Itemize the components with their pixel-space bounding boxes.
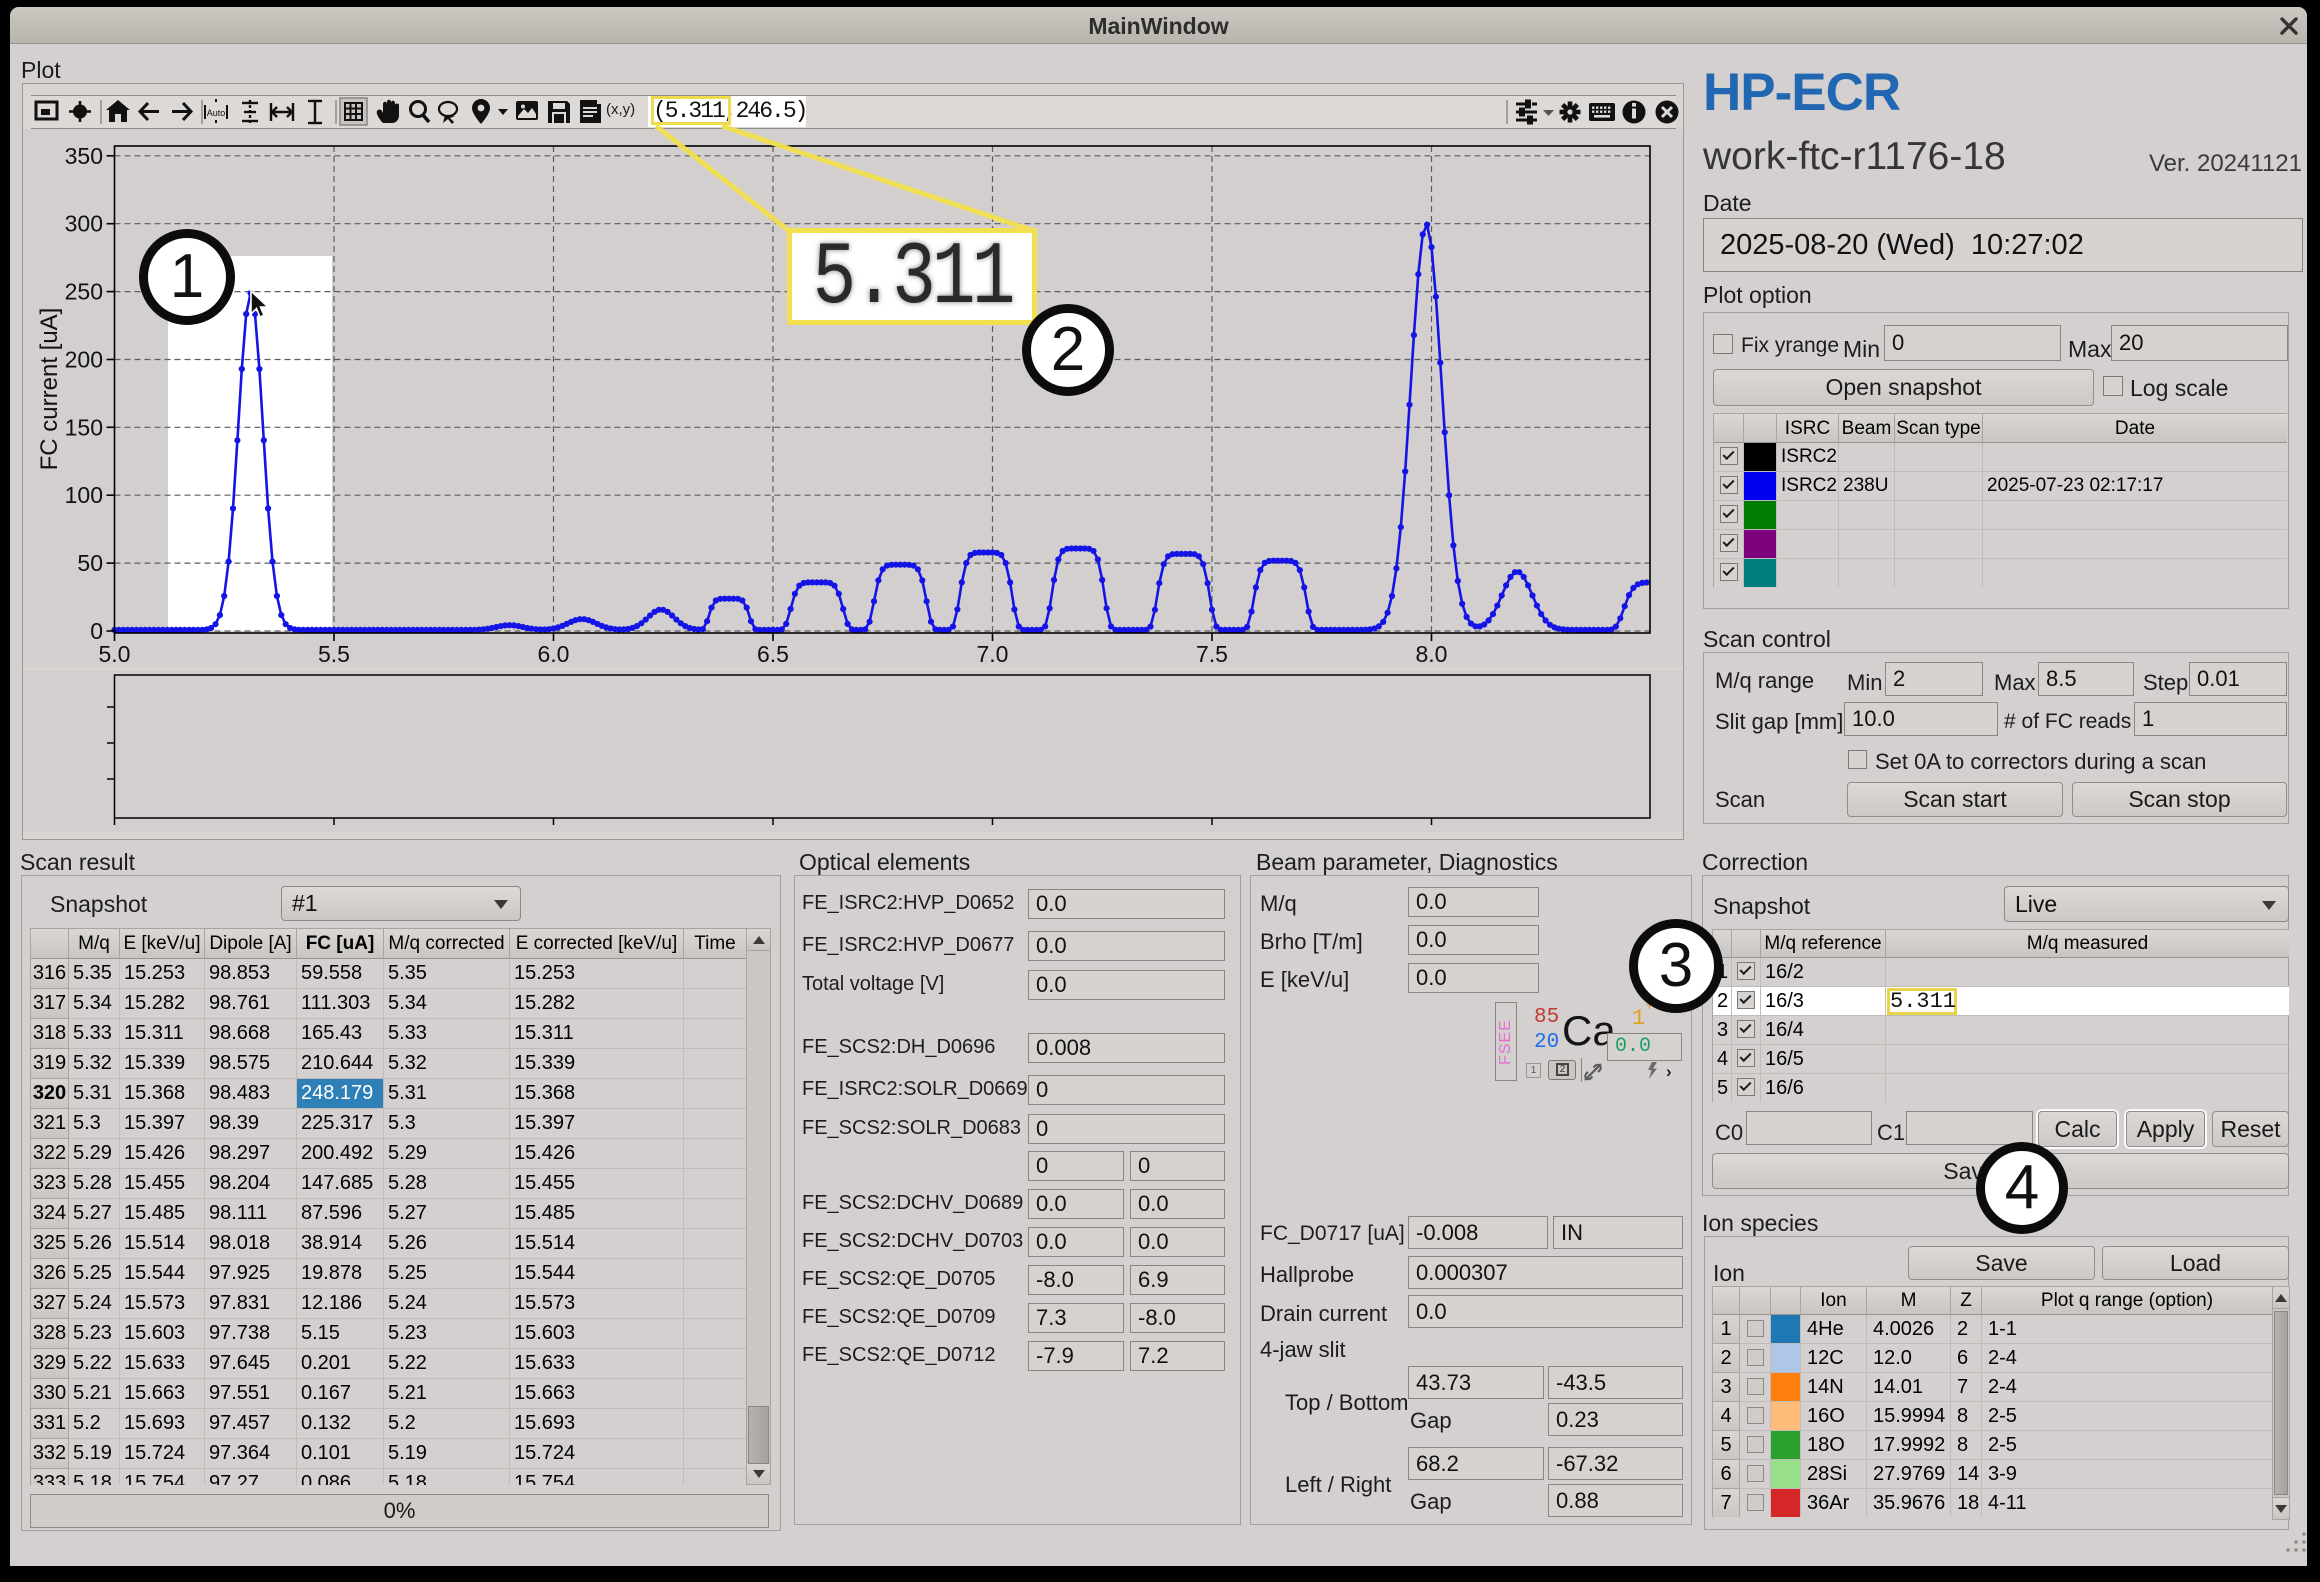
svg-text:250: 250	[65, 279, 103, 305]
svg-text:50: 50	[77, 550, 103, 576]
svg-text:300: 300	[65, 211, 103, 237]
svg-text:FC current [uA]: FC current [uA]	[36, 308, 63, 471]
svg-text:5.5: 5.5	[318, 641, 350, 667]
svg-text:7.5: 7.5	[1196, 641, 1228, 667]
svg-text:200: 200	[65, 347, 103, 373]
svg-text:350: 350	[65, 143, 103, 169]
svg-text:6.0: 6.0	[538, 641, 570, 667]
svg-text:100: 100	[65, 482, 103, 508]
svg-text:7.0: 7.0	[977, 641, 1009, 667]
svg-text:6.5: 6.5	[757, 641, 789, 667]
svg-text:0: 0	[90, 618, 103, 644]
svg-text:5.0: 5.0	[99, 641, 131, 667]
svg-text:8.0: 8.0	[1416, 641, 1448, 667]
svg-text:150: 150	[65, 414, 103, 440]
